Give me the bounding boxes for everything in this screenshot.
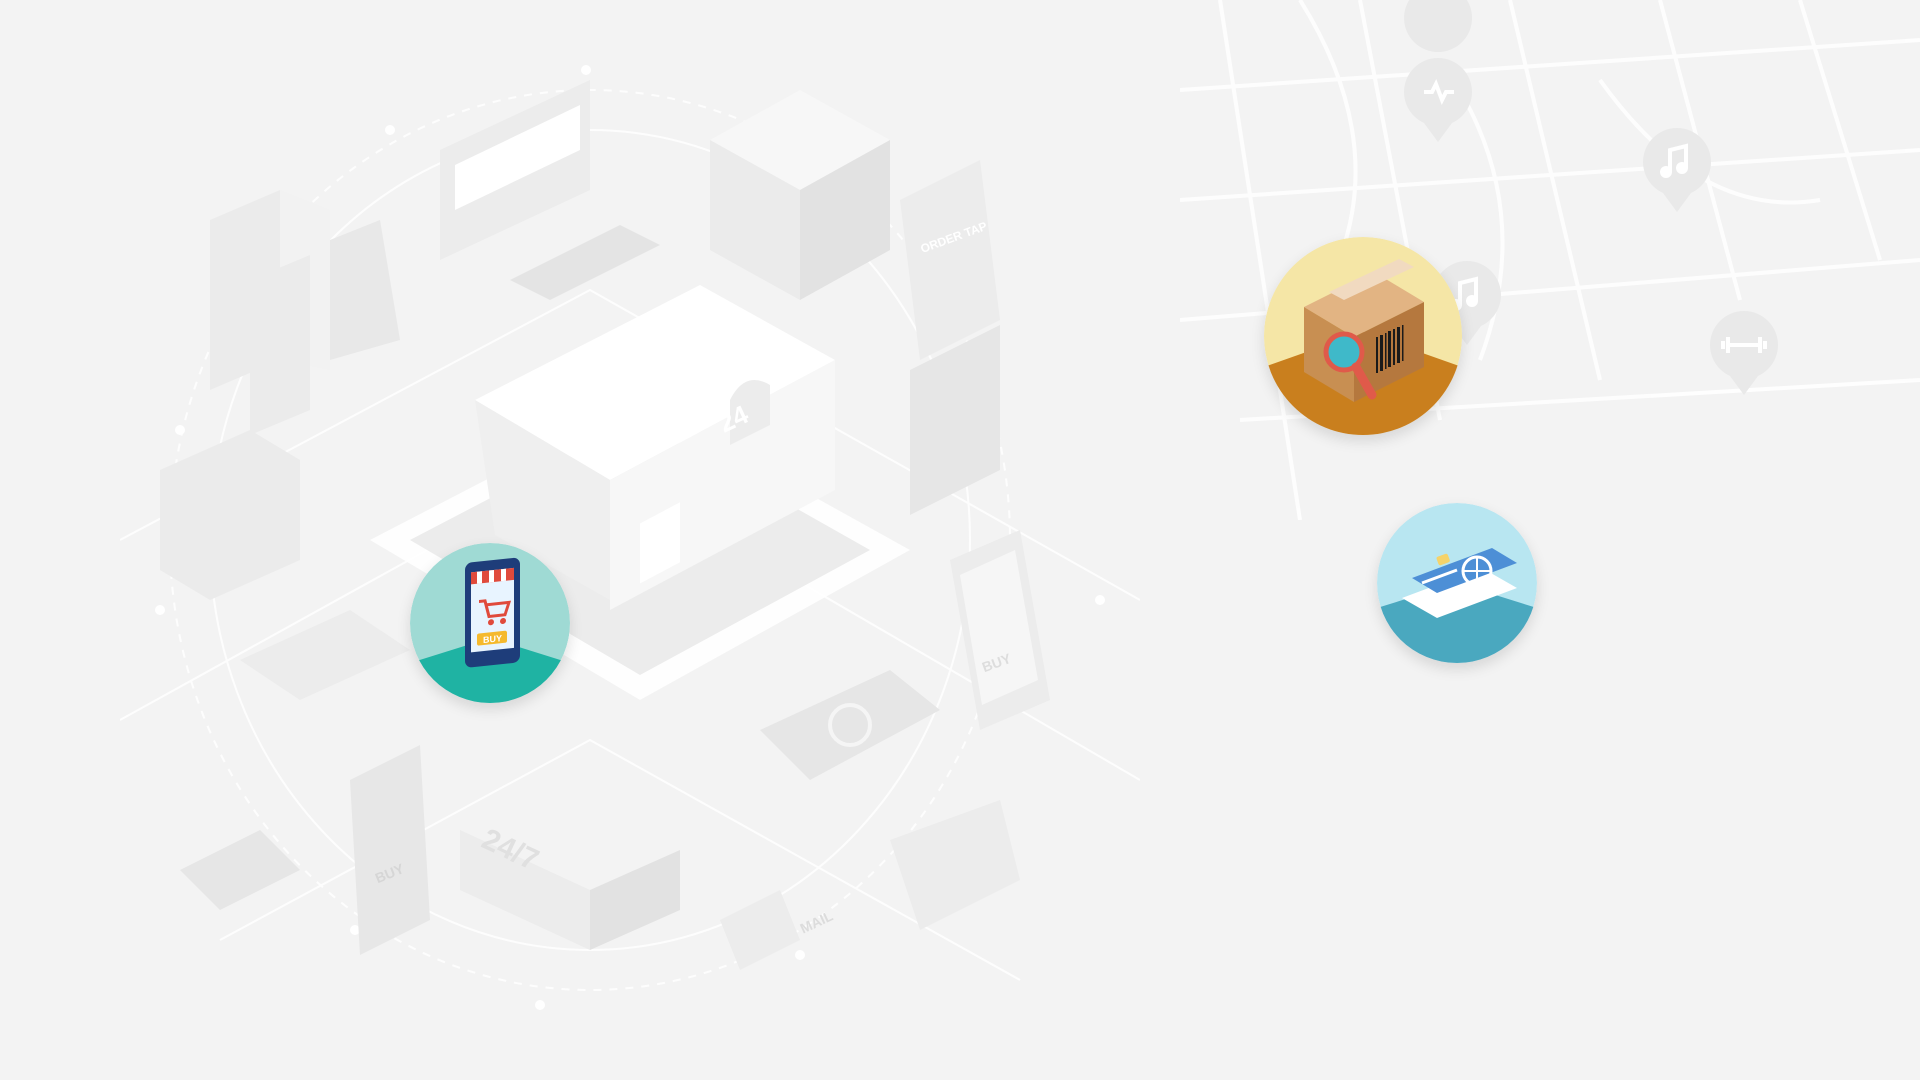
ecommerce-illustration: 24 ORDER TAP BUY BUY 24/7 MAIL (120, 65, 1140, 1010)
scale-icon (180, 830, 300, 910)
package-tracking-badge (1264, 237, 1462, 435)
shopping-basket (890, 800, 1020, 930)
buy-label: BUY (483, 633, 502, 645)
mobile-shop-icon: BUY (410, 543, 570, 703)
package-tracking-icon (1264, 237, 1462, 435)
shipping-box (160, 430, 300, 600)
kiosk: ORDER TAP (900, 160, 1000, 515)
mailbox: MAIL (720, 890, 836, 970)
money-bill (760, 670, 940, 780)
tablet-shop: BUY (950, 530, 1050, 730)
card-reader (240, 610, 410, 700)
mailbox-label: MAIL (798, 907, 836, 936)
phone-shop: BUY (350, 745, 430, 955)
delivery-truck: 24/7 (460, 823, 680, 950)
credit-card-icon (1377, 503, 1537, 663)
barcode-box (710, 90, 890, 300)
credit-card-badge (1377, 503, 1537, 663)
heart-pin-icon (1404, 0, 1473, 52)
shopping-bags (210, 190, 400, 435)
ecommerce-hero-scene: 24 ORDER TAP BUY BUY 24/7 MAIL BUY (0, 0, 1920, 1080)
map-background (1180, 0, 1920, 520)
mobile-shop-badge: BUY (410, 543, 570, 703)
monitor-shop (440, 80, 660, 300)
